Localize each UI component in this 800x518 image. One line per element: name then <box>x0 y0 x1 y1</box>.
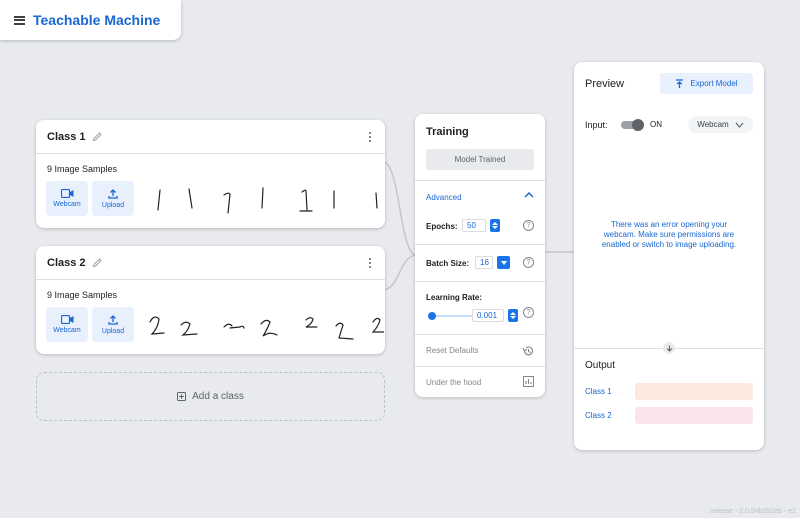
add-class-label: Add a class <box>192 391 244 402</box>
upload-button[interactable]: Upload <box>92 181 134 216</box>
output-title: Output <box>585 360 616 371</box>
output-class-label: Class 1 <box>585 387 612 396</box>
slider-thumb[interactable] <box>428 312 436 320</box>
class-name[interactable]: Class 1 <box>47 131 86 143</box>
output-confidence-bar <box>635 407 753 424</box>
class-card-2: Class 2 9 Image Samples Webcam Upload <box>36 246 385 354</box>
advanced-toggle[interactable]: Advanced <box>426 193 462 202</box>
webcam-label: Webcam <box>53 327 81 334</box>
samples-count: 9 Image Samples <box>47 164 118 174</box>
preview-title: Preview <box>585 78 625 90</box>
webcam-button[interactable]: Webcam <box>46 181 88 216</box>
chevron-down-icon <box>735 122 744 128</box>
batch-size-label: Batch Size: <box>426 259 470 268</box>
output-confidence-bar <box>635 383 753 400</box>
chevron-down-icon[interactable] <box>497 256 510 269</box>
app-header: Teachable Machine <box>0 0 181 40</box>
learning-rate-input[interactable]: 0.001 <box>472 309 504 322</box>
upload-icon <box>676 78 684 88</box>
class-card-header: Class 2 <box>36 246 385 280</box>
class-card-header: Class 1 <box>36 120 385 154</box>
epochs-input[interactable]: 50 <box>462 219 486 232</box>
upload-label: Upload <box>101 327 125 335</box>
restore-icon[interactable] <box>522 345 534 357</box>
toggle-state: ON <box>650 120 662 129</box>
batch-size-select[interactable]: 16 <box>475 256 493 269</box>
upload-icon <box>108 188 118 199</box>
divider <box>415 180 545 181</box>
training-title: Training <box>426 126 469 138</box>
pencil-icon[interactable] <box>92 131 103 142</box>
class-name[interactable]: Class 2 <box>47 257 86 269</box>
class-card-1: Class 1 9 Image Samples Webcam Upload <box>36 120 385 228</box>
pencil-icon[interactable] <box>92 257 103 268</box>
divider <box>415 244 545 245</box>
more-vert-icon[interactable] <box>369 132 371 142</box>
divider <box>415 334 545 335</box>
learning-rate-label: Learning Rate: <box>426 293 483 302</box>
input-source-select[interactable]: Webcam <box>688 116 753 133</box>
arrow-down-icon[interactable] <box>663 342 675 354</box>
learning-rate-stepper[interactable] <box>508 309 518 322</box>
version-label: release - 2.0.9#b352eb - e2 <box>709 508 796 515</box>
export-model-label: Export Model <box>690 79 738 88</box>
preview-panel: Preview Export Model Input: ON Webcam Th… <box>574 62 764 450</box>
add-class-button[interactable]: Add a class <box>36 372 385 421</box>
under-the-hood-button[interactable]: Under the hood <box>426 378 481 387</box>
training-panel: Training Model Trained Advanced Epochs: … <box>415 114 545 397</box>
bar-chart-icon[interactable] <box>523 376 534 387</box>
upload-label: Upload <box>101 201 125 209</box>
divider <box>415 281 545 282</box>
upload-button[interactable]: Upload <box>92 307 134 342</box>
export-model-button[interactable]: Export Model <box>660 73 753 94</box>
webcam-button[interactable]: Webcam <box>46 307 88 342</box>
more-vert-icon[interactable] <box>369 258 371 268</box>
app-title[interactable]: Teachable Machine <box>33 12 160 28</box>
input-source-value: Webcam <box>697 120 729 129</box>
chevron-up-icon[interactable] <box>524 191 534 198</box>
webcam-error-message: There was an error opening your webcam. … <box>601 220 737 249</box>
help-icon[interactable]: ? <box>523 257 534 268</box>
samples-count: 9 Image Samples <box>47 290 118 300</box>
menu-icon[interactable] <box>14 15 25 25</box>
help-icon[interactable]: ? <box>523 220 534 231</box>
divider <box>415 366 545 367</box>
train-model-button[interactable]: Model Trained <box>426 149 534 170</box>
epochs-label: Epochs: <box>426 222 458 231</box>
input-label: Input: <box>585 120 608 130</box>
epochs-stepper[interactable] <box>490 219 500 232</box>
toggle-knob[interactable] <box>632 119 644 131</box>
output-class-label: Class 2 <box>585 411 612 420</box>
videocam-icon <box>60 189 73 198</box>
sample-thumbnails <box>149 316 384 340</box>
webcam-label: Webcam <box>53 201 81 208</box>
add-box-icon <box>177 392 187 401</box>
sample-thumbnails <box>157 187 378 214</box>
videocam-icon <box>60 315 73 324</box>
reset-defaults-button[interactable]: Reset Defaults <box>426 346 478 355</box>
upload-icon <box>108 314 118 325</box>
help-icon[interactable]: ? <box>523 307 534 318</box>
